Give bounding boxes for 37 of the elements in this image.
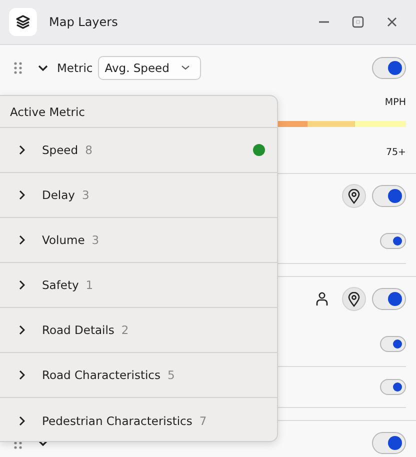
toggle-switch[interactable] [372, 432, 406, 454]
chevron-down-icon [181, 65, 190, 70]
toggle-switch[interactable] [372, 185, 406, 207]
toggle-switch[interactable] [380, 379, 406, 395]
metric-dropdown[interactable]: Avg. Speed [98, 56, 202, 80]
scale-max-label: 75+ [386, 147, 406, 158]
chevron-down-icon[interactable] [38, 440, 48, 446]
chevron-down-icon[interactable] [38, 64, 48, 70]
drag-handle-icon[interactable] [14, 62, 22, 74]
window-title: Map Layers [49, 15, 119, 29]
location-pin-icon [348, 188, 360, 204]
maximize-icon[interactable] [352, 16, 364, 28]
layers-icon [15, 14, 31, 30]
close-icon[interactable] [386, 16, 398, 28]
metric-category[interactable]: Road Details 2 [0, 308, 277, 353]
chevron-right-icon [19, 325, 25, 335]
metric-category[interactable]: Speed 8 [0, 128, 277, 173]
toggle-switch[interactable] [372, 56, 406, 78]
metric-category[interactable]: Safety 1 [0, 263, 277, 308]
metric-label: Metric [57, 60, 93, 74]
toggle-switch[interactable] [380, 336, 406, 352]
chevron-right-icon [19, 370, 25, 380]
location-button[interactable] [342, 287, 366, 311]
chevron-right-icon [19, 235, 25, 245]
chevron-right-icon [19, 190, 25, 200]
toggle-switch[interactable] [380, 232, 406, 248]
toggle-switch[interactable] [372, 288, 406, 310]
unit-label: MPH [384, 97, 406, 108]
metric-category[interactable]: Road Characteristics 5 [0, 353, 277, 398]
location-button[interactable] [342, 184, 366, 208]
chevron-right-icon [19, 280, 25, 290]
metric-category[interactable]: Pedestrian Characteristics 7 [0, 398, 277, 441]
location-pin-icon [348, 292, 360, 306]
metric-category[interactable]: Volume 3 [0, 218, 277, 263]
chevron-right-icon [19, 145, 25, 155]
metric-category[interactable]: Delay 3 [0, 173, 277, 218]
chevron-right-icon [19, 416, 25, 426]
